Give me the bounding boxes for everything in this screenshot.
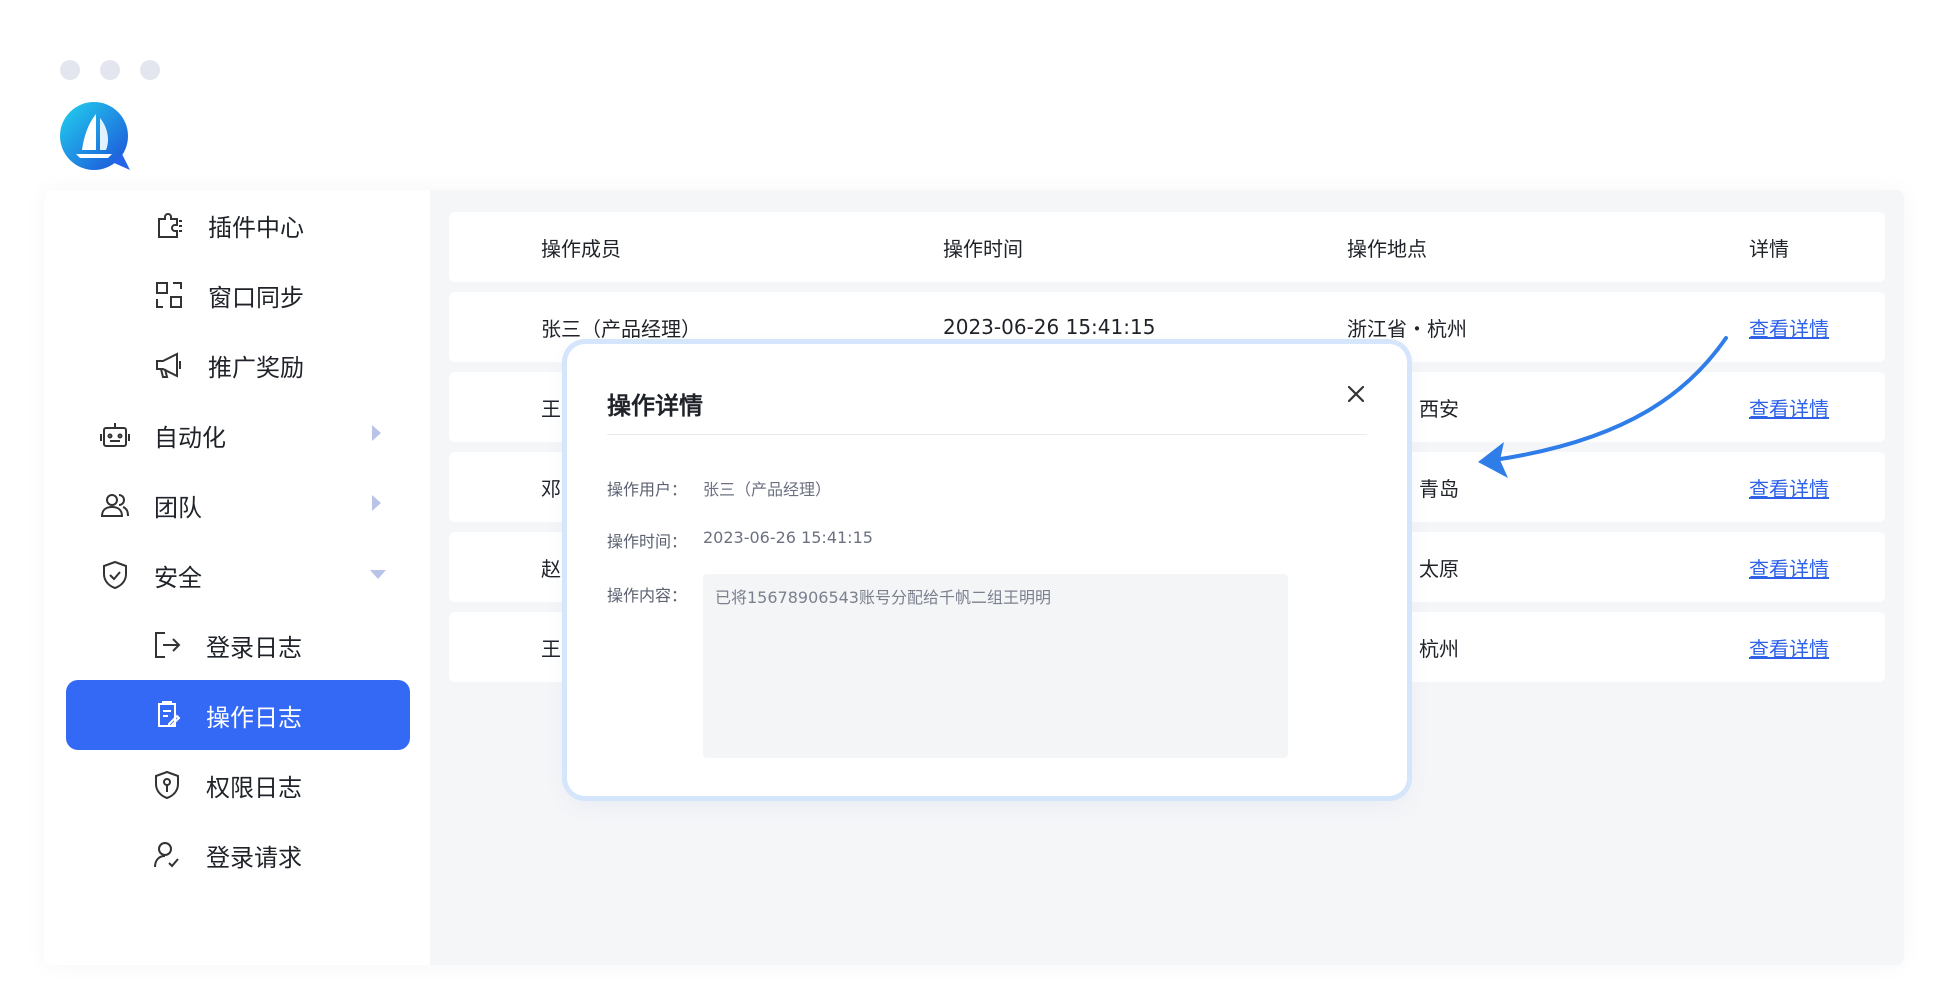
chevron-down-icon	[370, 570, 386, 579]
sidebar-item-login-log[interactable]: 登录日志	[150, 610, 302, 680]
column-header: 详情	[1749, 236, 1789, 261]
sidebar: 插件中心 窗口同步 推广奖励 自动化 团队 安全 登录日志 操作日志 权限日志 …	[44, 190, 430, 965]
location-cell: 浙江省・杭州	[1347, 316, 1467, 341]
robot-icon	[98, 418, 132, 452]
megaphone-icon	[152, 348, 186, 382]
member-cell: 王	[541, 396, 561, 421]
sidebar-item-label: 窗口同步	[208, 283, 304, 312]
sidebar-item-login-request[interactable]: 登录请求	[150, 820, 302, 890]
column-header: 操作地点	[1347, 236, 1427, 261]
sidebar-item-security[interactable]: 安全	[98, 540, 386, 610]
operation-detail-dialog: 操作详情 操作用户： 张三（产品经理） 操作时间： 2023-06-26 15:…	[567, 344, 1407, 796]
view-details-link[interactable]: 查看详情	[1749, 633, 1829, 662]
content-textarea[interactable]: 已将15678906543账号分配给千帆二组王明明	[703, 574, 1288, 758]
user-check-icon	[150, 838, 184, 872]
sidebar-item-plugin-center[interactable]: 插件中心	[152, 190, 304, 260]
document-edit-icon	[150, 698, 184, 732]
pointer-arrow-icon	[1478, 336, 1728, 478]
member-cell: 王	[541, 636, 561, 661]
time-cell: 2023-06-26 15:41:15	[943, 315, 1156, 339]
location-cell: ・青岛	[1399, 476, 1459, 501]
sidebar-item-permission-log[interactable]: 权限日志	[150, 750, 302, 820]
team-icon	[98, 488, 132, 522]
view-details-link[interactable]: 查看详情	[1749, 313, 1829, 342]
sidebar-item-label: 团队	[154, 493, 202, 522]
sidebar-item-operation-log[interactable]: 操作日志	[66, 680, 410, 750]
table-header: 操作成员 操作时间 操作地点 详情	[449, 212, 1885, 282]
member-cell: 赵	[541, 556, 561, 581]
close-icon[interactable]	[1342, 380, 1370, 408]
member-cell: 张三（产品经理）	[541, 316, 701, 341]
member-cell: 邓	[541, 476, 561, 501]
dialog-divider	[607, 434, 1367, 435]
window-controls	[60, 60, 160, 80]
user-value: 张三（产品经理）	[703, 480, 832, 499]
location-cell: ・太原	[1399, 556, 1459, 581]
sidebar-item-automation[interactable]: 自动化	[98, 400, 381, 470]
shield-icon	[98, 558, 132, 592]
sidebar-item-promotion[interactable]: 推广奖励	[152, 330, 304, 400]
logout-icon	[150, 628, 184, 662]
location-cell: ・西安	[1399, 396, 1459, 421]
chevron-right-icon	[372, 425, 381, 441]
chevron-right-icon	[372, 495, 381, 511]
user-label: 操作用户：	[607, 480, 688, 499]
view-details-link[interactable]: 查看详情	[1749, 393, 1829, 422]
view-details-link[interactable]: 查看详情	[1749, 473, 1829, 502]
sidebar-item-label: 自动化	[154, 423, 226, 452]
sidebar-item-label: 权限日志	[206, 773, 302, 802]
content-label: 操作内容：	[607, 586, 688, 605]
sidebar-item-team[interactable]: 团队	[98, 470, 381, 540]
sidebar-item-window-sync[interactable]: 窗口同步	[152, 260, 304, 330]
window-sync-icon	[152, 278, 186, 312]
column-header: 操作成员	[541, 236, 621, 261]
app-logo-icon	[60, 102, 130, 170]
sidebar-item-label: 操作日志	[206, 703, 302, 732]
dialog-title: 操作详情	[607, 392, 703, 420]
puzzle-icon	[152, 208, 186, 242]
sidebar-item-label: 登录日志	[206, 633, 302, 662]
window-dot[interactable]	[100, 60, 120, 80]
sidebar-item-label: 登录请求	[206, 843, 302, 872]
time-label: 操作时间：	[607, 532, 688, 551]
window-dot[interactable]	[140, 60, 160, 80]
key-shield-icon	[150, 768, 184, 802]
time-value: 2023-06-26 15:41:15	[703, 528, 873, 547]
sidebar-item-label: 推广奖励	[208, 353, 304, 382]
window-dot[interactable]	[60, 60, 80, 80]
sidebar-item-label: 插件中心	[208, 213, 304, 242]
sidebar-item-label: 安全	[154, 563, 202, 592]
location-cell: ・杭州	[1399, 636, 1459, 661]
column-header: 操作时间	[943, 236, 1023, 261]
view-details-link[interactable]: 查看详情	[1749, 553, 1829, 582]
